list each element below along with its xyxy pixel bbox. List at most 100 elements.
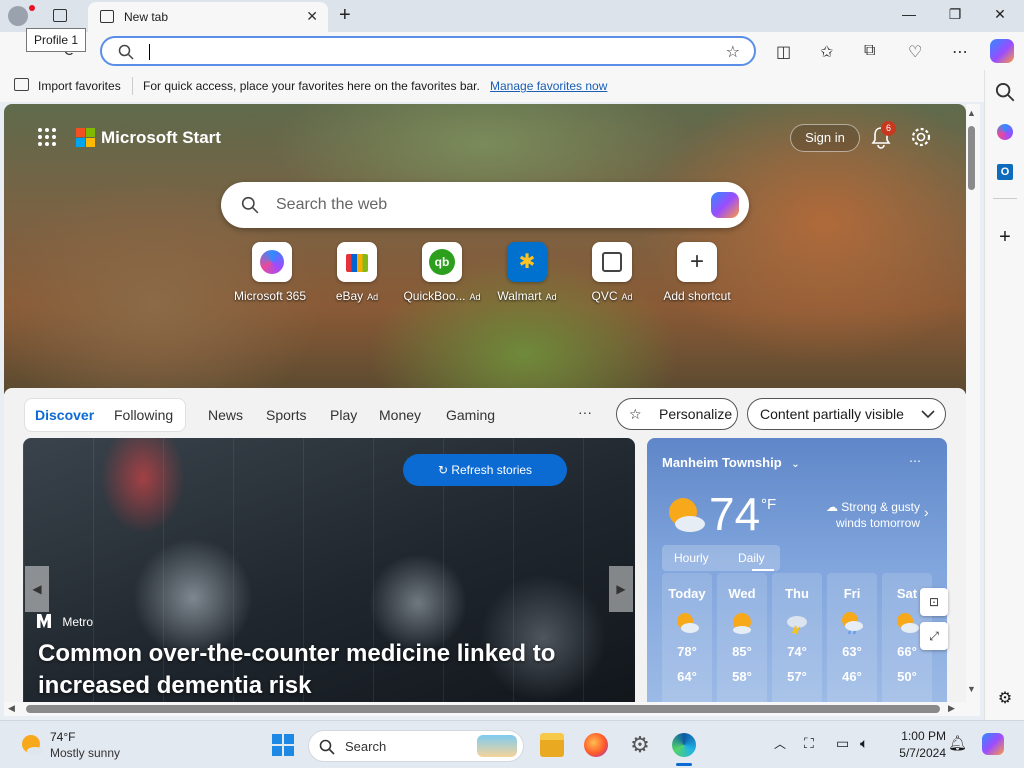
file-explorer-icon[interactable] [540,733,564,757]
nav-gaming[interactable]: Gaming [446,407,495,423]
add-shortcut-tile[interactable]: + Add shortcut [652,242,742,303]
story-headline[interactable]: Common over-the-counter medicine linked … [38,638,598,702]
volume-icon[interactable]: 🔈︎ [860,735,868,752]
import-favorites-icon[interactable] [14,78,29,91]
thunderstorm-icon [785,611,809,635]
sidebar-settings-icon[interactable]: ⚙ [995,688,1015,708]
taskbar-search-box[interactable]: Search [308,730,524,762]
outlook-icon[interactable]: O [995,162,1015,182]
weather-more-options-icon[interactable]: ⋯ [909,454,921,468]
weather-alert-note[interactable]: ☁ Strong & gusty winds tomorrow [810,499,920,531]
tab-discover[interactable]: Discover [35,407,94,423]
firefox-icon[interactable] [584,733,608,757]
scroll-up-icon[interactable]: ▲ [967,108,976,118]
weather-location[interactable]: Manheim Township ⌄ [662,455,800,470]
nav-sports[interactable]: Sports [266,407,306,423]
search-highlight-icon [477,735,517,757]
network-icon[interactable]: ⛶ [804,735,814,752]
tab-new-tab[interactable]: New tab ✕ [88,2,328,32]
split-screen-icon[interactable]: ◫ [776,42,791,62]
nav-money[interactable]: Money [379,407,421,423]
temperature-unit[interactable]: °F [761,496,776,513]
brand-title[interactable]: Microsoft Start [101,128,221,148]
minimize-button[interactable]: — [894,6,924,26]
page-settings-gear-icon[interactable] [910,126,932,148]
tab-actions-icon[interactable] [53,9,67,22]
personalize-button[interactable]: ☆ Personalize [616,398,738,430]
edge-icon[interactable] [672,733,696,757]
browser-essentials-icon[interactable]: ♡ [908,42,922,62]
horizontal-scrollbar[interactable]: ◀ ▶ [4,702,980,716]
forecast-tabs: Hourly Daily [662,545,780,571]
import-favorites-button[interactable]: Import favorites [38,79,121,93]
tab-following[interactable]: Following [114,407,173,423]
top-story-card[interactable]: ↻ Refresh stories ◀ ▶ Metro Common over-… [23,438,635,702]
windows-start-icon[interactable] [272,734,294,756]
walmart-icon: ✱ [507,242,547,282]
close-tab-icon[interactable]: ✕ [306,8,318,25]
shortcut-tile-ebay[interactable]: eBay Ad [312,242,402,303]
tab-hourly[interactable]: Hourly [674,551,709,565]
favorite-star-icon[interactable]: ☆ [726,42,740,62]
ad-badge: Ad [621,292,633,302]
vertical-scroll-thumb[interactable] [968,126,975,190]
shortcut-tile-quickbooks[interactable]: qb QuickBoo... Ad [397,242,487,303]
day-low: 64° [677,669,697,684]
chevron-right-icon[interactable]: › [924,504,929,520]
forecast-day[interactable]: Fri 63° 46° [827,573,877,702]
feedback-icon[interactable]: ⊡ [920,588,948,616]
copilot-search-icon[interactable] [711,192,739,218]
expand-icon[interactable]: ⤢ [920,622,948,650]
story-source[interactable]: Metro [37,614,93,629]
shortcut-tile-microsoft-365[interactable]: Microsoft 365 [227,242,317,303]
nav-play[interactable]: Play [330,407,357,423]
weather-alert-text: Strong & gusty winds tomorrow [835,500,920,530]
scroll-right-icon[interactable]: ▶ [948,703,955,714]
notifications-icon[interactable]: 🔔︎ [948,734,967,752]
microsoft-365-icon[interactable] [995,122,1015,142]
taskbar-date: 5/7/2024 [899,746,946,760]
favorites-icon[interactable]: ✩ [820,42,833,62]
shortcut-tile-walmart[interactable]: ✱ Walmart Ad [482,242,572,303]
carousel-next-button[interactable]: ▶ [609,566,633,612]
taskbar-weather-widget[interactable]: 74°F Mostly sunny [18,729,138,761]
favorites-bar-divider [132,77,133,95]
sign-in-button[interactable]: Sign in [790,124,860,152]
tab-daily[interactable]: Daily [738,551,765,565]
show-hidden-icons[interactable]: ︿ [774,735,786,752]
forecast-day[interactable]: Today 78° 64° [662,573,712,702]
close-window-button[interactable]: ✕ [985,6,1015,26]
forecast-day[interactable]: Wed 85° 58° [717,573,767,702]
partly-sunny-icon [675,611,699,635]
web-search-box[interactable]: Search the web [221,182,749,228]
taskbar-clock[interactable]: 1:00 PM 5/7/2024 [886,729,946,760]
manage-favorites-link[interactable]: Manage favorites now [490,79,607,93]
weather-card[interactable]: Manheim Township ⌄ ⋯ 74 °F ☁ Strong & gu… [647,438,947,702]
profile-button[interactable] [8,6,28,26]
refresh-stories-button[interactable]: ↻ Refresh stories [403,454,567,486]
new-tab-button[interactable]: + [339,4,351,27]
settings-gear-icon[interactable]: ⚙ [628,733,652,757]
rain-sun-icon [840,611,864,635]
content-visibility-dropdown[interactable]: Content partially visible [747,398,946,430]
copilot-preview-icon[interactable] [982,733,1004,755]
vertical-scrollbar[interactable]: ▲ ▼ [966,104,980,702]
more-nav-button[interactable]: ··· [578,404,592,420]
settings-more-icon[interactable]: ⋯ [952,42,968,62]
copilot-icon[interactable] [990,39,1014,63]
collections-icon[interactable]: ⧉ [864,42,875,60]
day-high: 63° [842,644,862,659]
scroll-left-icon[interactable]: ◀ [8,703,15,714]
app-launcher-icon[interactable] [38,128,58,148]
add-sidebar-app-icon[interactable]: + [995,226,1015,248]
horizontal-scroll-thumb[interactable] [26,705,940,713]
shortcut-tile-qvc[interactable]: QVC Ad [567,242,657,303]
restore-button[interactable]: ❐ [940,6,970,26]
display-icon[interactable]: ▭ [836,735,849,752]
address-bar[interactable]: ☆ [100,36,756,66]
scroll-down-icon[interactable]: ▼ [967,684,976,694]
nav-news[interactable]: News [208,407,243,423]
sidebar-search-icon[interactable] [995,82,1015,102]
forecast-day[interactable]: Thu 74° 57° [772,573,822,702]
carousel-prev-button[interactable]: ◀ [25,566,49,612]
